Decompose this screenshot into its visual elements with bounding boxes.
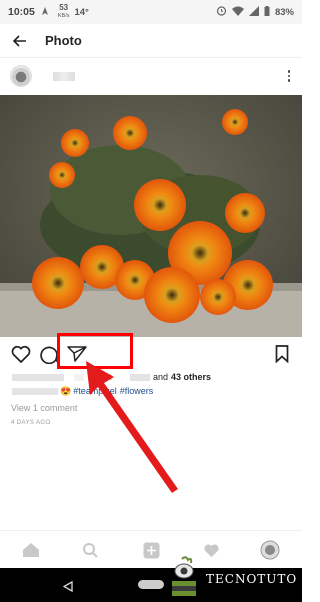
back-arrow-icon[interactable] [2,24,38,58]
watermark-text: TECNOTUTO [206,572,298,586]
status-time: 10:05 [8,6,35,18]
liked-by-blurred [12,373,64,381]
status-temperature: 14° [74,6,89,18]
add-icon[interactable] [140,539,162,561]
username-blurred[interactable] [53,71,75,81]
alarm-icon [216,5,227,19]
system-home-pill[interactable] [138,580,164,589]
comment-icon[interactable] [39,343,59,365]
battery-level: 83% [274,6,294,18]
annotation-arrow [86,361,178,493]
post-timestamp: 4 DAYS AGO [11,420,51,426]
watermark-logo-icon [166,555,202,602]
more-vertical-icon[interactable] [287,70,290,82]
network-speed: 53 KB/s [57,3,70,20]
watermark: TECNOTUTO [166,555,302,602]
heart-icon[interactable] [11,343,31,365]
app-bar: Photo [0,24,302,58]
post-header [0,58,302,94]
page-title: Photo [45,33,82,48]
search-icon[interactable] [79,539,101,561]
battery-icon [264,5,270,19]
wifi-icon [231,6,244,19]
signal-icon [248,5,259,19]
system-back-icon[interactable] [62,579,73,597]
view-comments-link[interactable]: View 1 comment [11,403,77,413]
status-bar: 10:05 53 KB/s 14° 83% [0,0,302,24]
post-photo[interactable] [0,95,302,337]
avatar[interactable] [10,65,32,87]
caption-username-blurred[interactable] [12,387,58,395]
caption-emoji: 😍 [60,385,72,396]
bookmark-icon[interactable] [275,343,289,365]
home-icon[interactable] [20,539,42,561]
navigation-arrow-icon [41,6,49,19]
